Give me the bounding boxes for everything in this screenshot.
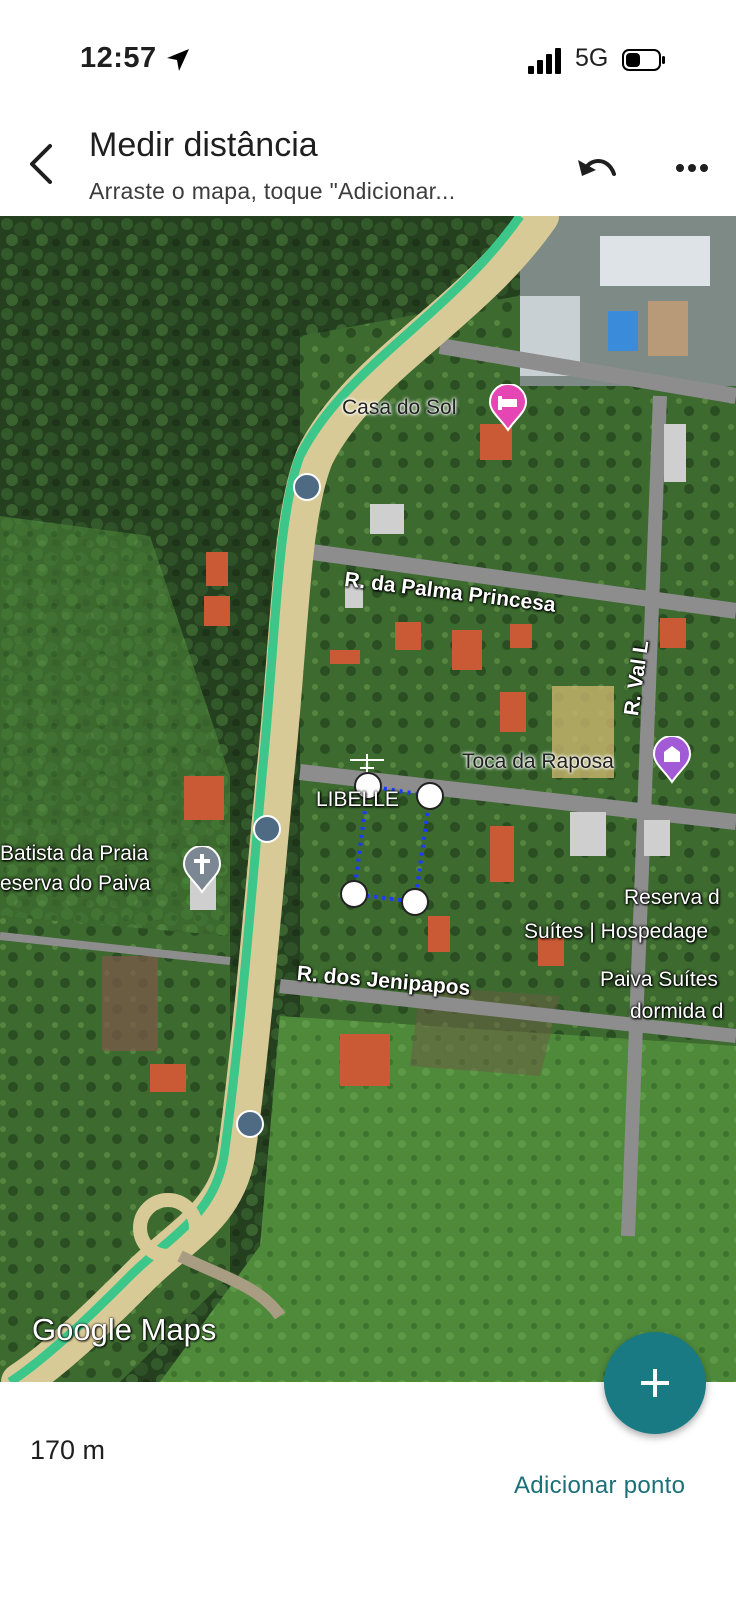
status-bar: 12:57 5G	[0, 0, 736, 110]
place-label[interactable]: Batista da Praia	[0, 842, 148, 866]
place-label[interactable]: eserva do Paiva	[0, 872, 151, 896]
add-point-button[interactable]: Adicionar ponto	[514, 1472, 685, 1500]
undo-icon[interactable]	[574, 146, 620, 186]
more-vert-icon[interactable]	[672, 150, 712, 186]
place-label[interactable]: Toca da Raposa	[462, 750, 614, 774]
place-label[interactable]: LIBELLE	[316, 788, 399, 812]
place-label[interactable]: Suítes | Hospedage	[524, 920, 708, 944]
satellite-map[interactable]: Casa do Sol R. da Palma Princesa R. Val …	[0, 216, 736, 1382]
add-point-fab[interactable]	[604, 1332, 706, 1434]
battery-icon	[622, 49, 665, 71]
bus-stop-icon[interactable]	[253, 815, 281, 843]
landmark-pin-icon[interactable]	[652, 736, 692, 784]
page-title: Medir distância	[89, 126, 318, 164]
distance-readout: 170 m	[30, 1435, 106, 1465]
bus-stop-icon[interactable]	[293, 473, 321, 501]
measure-point[interactable]	[414, 780, 446, 812]
plus-icon	[641, 1369, 669, 1397]
back-arrow-icon[interactable]	[22, 142, 62, 186]
church-pin-icon[interactable]	[182, 846, 222, 894]
network-type: 5G	[575, 44, 609, 72]
place-label[interactable]: Casa do Sol	[342, 396, 456, 420]
measure-point[interactable]	[399, 886, 431, 918]
page-subtitle: Arraste o mapa, toque "Adicionar...	[89, 178, 456, 204]
place-label[interactable]: Paiva Suítes	[600, 968, 718, 992]
place-label[interactable]: dormida d	[630, 1000, 723, 1024]
google-maps-attribution: Google Maps	[32, 1312, 217, 1347]
bus-stop-icon[interactable]	[236, 1110, 264, 1138]
location-arrow-icon	[167, 49, 189, 71]
place-label[interactable]: Reserva d	[624, 886, 720, 910]
measure-point[interactable]	[338, 878, 370, 910]
status-time: 12:57	[80, 42, 157, 74]
signal-bars-icon	[528, 48, 561, 74]
hotel-pin-icon[interactable]	[488, 384, 528, 432]
app-header: Medir distância Arraste o mapa, toque "A…	[0, 110, 736, 216]
